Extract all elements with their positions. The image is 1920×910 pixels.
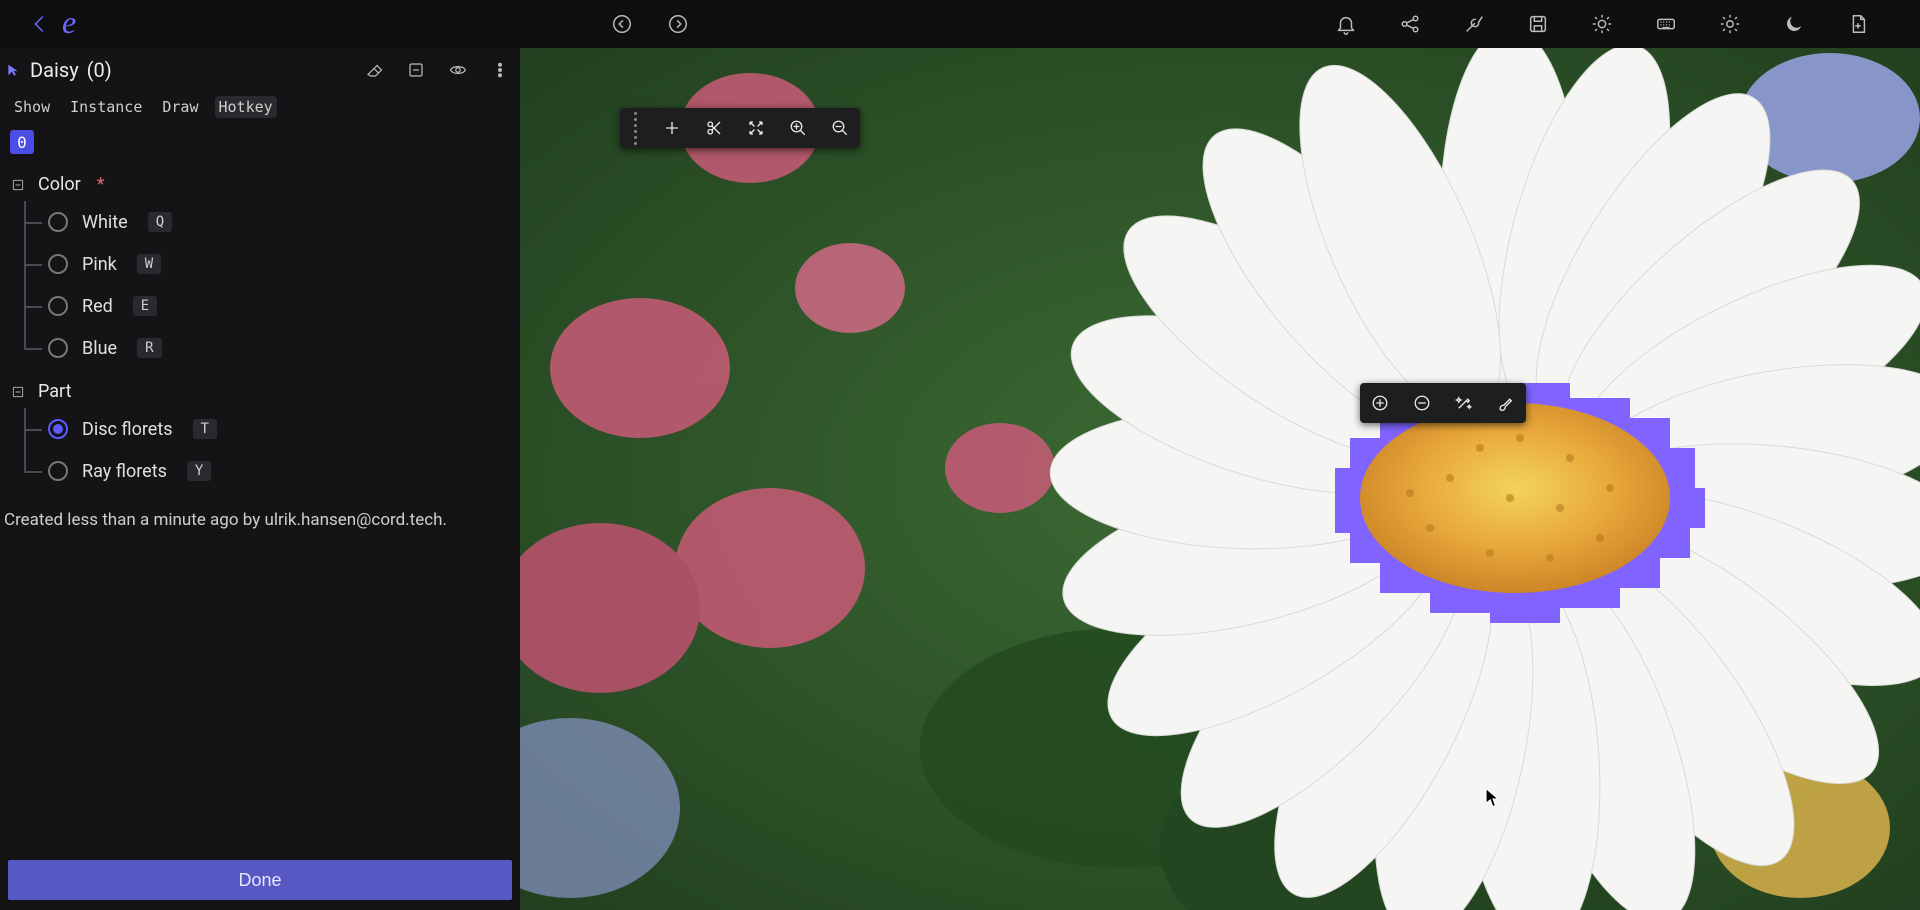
plus-icon[interactable] xyxy=(662,118,682,138)
mouse-cursor-icon xyxy=(1485,788,1499,808)
scissors-icon[interactable] xyxy=(704,118,724,138)
option-hotkey: R xyxy=(137,338,161,358)
tab-instance[interactable]: Instance xyxy=(66,96,146,118)
more-vert-icon[interactable] xyxy=(488,58,512,82)
annotated-image xyxy=(520,48,1920,910)
gear-icon[interactable] xyxy=(1718,12,1742,36)
option-label: Disc florets xyxy=(82,419,173,440)
option-hotkey: W xyxy=(137,254,161,274)
wrench-icon[interactable] xyxy=(1462,12,1486,36)
tab-hotkey[interactable]: Hotkey xyxy=(215,96,277,118)
option-white[interactable]: White Q xyxy=(48,201,520,243)
eye-icon[interactable] xyxy=(446,58,470,82)
tab-draw[interactable]: Draw xyxy=(158,96,202,118)
label-count: (0) xyxy=(87,58,112,82)
left-sidebar: Daisy (0) Show Instance Dr xyxy=(0,48,520,910)
label-name: Daisy xyxy=(30,58,79,82)
radio[interactable] xyxy=(48,296,68,316)
new-doc-icon[interactable] xyxy=(1846,12,1870,36)
save-icon[interactable] xyxy=(1526,12,1550,36)
drag-handle-icon[interactable] xyxy=(630,112,640,145)
option-hotkey: Q xyxy=(148,212,172,232)
collapse-icon[interactable] xyxy=(10,384,26,400)
expand-icon[interactable] xyxy=(746,118,766,138)
eraser-icon[interactable] xyxy=(362,58,386,82)
nav-next-icon[interactable] xyxy=(666,12,690,36)
option-red[interactable]: Red E xyxy=(48,285,520,327)
option-hotkey: T xyxy=(193,419,217,439)
zoom-in-icon[interactable] xyxy=(788,118,808,138)
sidebar-tabs: Show Instance Draw Hotkey xyxy=(0,92,520,122)
zoom-out-icon[interactable] xyxy=(830,118,850,138)
brightness-icon[interactable] xyxy=(1590,12,1614,36)
collapse-icon[interactable] xyxy=(10,177,26,193)
share-icon[interactable] xyxy=(1398,12,1422,36)
app-logo: e xyxy=(62,4,76,41)
segmentation-toolbar[interactable] xyxy=(1360,383,1526,423)
attr-name: Color xyxy=(38,174,81,195)
option-label: Ray florets xyxy=(82,461,167,482)
option-ray-florets[interactable]: Ray florets Y xyxy=(48,450,520,492)
magic-wand-icon[interactable] xyxy=(1454,393,1474,413)
add-region-icon[interactable] xyxy=(1370,393,1390,413)
canvas-main-toolbar[interactable] xyxy=(620,108,860,148)
option-label: Pink xyxy=(82,254,117,275)
required-marker: * xyxy=(97,174,105,195)
option-hotkey: E xyxy=(133,296,157,316)
option-disc-florets[interactable]: Disc florets T xyxy=(48,408,520,450)
remove-region-icon[interactable] xyxy=(1412,393,1432,413)
bell-icon[interactable] xyxy=(1334,12,1358,36)
attr-head-part[interactable]: Part xyxy=(0,375,520,408)
radio[interactable] xyxy=(48,461,68,481)
radio[interactable] xyxy=(48,212,68,232)
radio[interactable] xyxy=(48,254,68,274)
done-button[interactable]: Done xyxy=(8,860,512,900)
instance-count-badge: 0 xyxy=(10,130,34,154)
brush-icon[interactable] xyxy=(1496,393,1516,413)
attr-group-part: Part Disc florets T Ray florets Y xyxy=(0,369,520,492)
option-label: Blue xyxy=(82,338,117,359)
moon-icon[interactable] xyxy=(1782,12,1806,36)
attr-name: Part xyxy=(38,381,71,402)
option-label: Red xyxy=(82,296,113,317)
top-toolbar: e xyxy=(0,0,1920,48)
option-blue[interactable]: Blue R xyxy=(48,327,520,369)
cursor-icon xyxy=(6,63,20,77)
attr-group-color: Color * White Q Pink W Red E xyxy=(0,162,520,369)
back-icon[interactable] xyxy=(28,12,52,36)
image-canvas[interactable] xyxy=(520,48,1920,910)
radio[interactable] xyxy=(48,419,68,439)
attr-head-color[interactable]: Color * xyxy=(0,168,520,201)
option-pink[interactable]: Pink W xyxy=(48,243,520,285)
created-meta: Created less than a minute ago by ulrik.… xyxy=(0,492,520,548)
tab-show[interactable]: Show xyxy=(10,96,54,118)
nav-prev-icon[interactable] xyxy=(610,12,634,36)
box-minus-icon[interactable] xyxy=(404,58,428,82)
option-label: White xyxy=(82,212,128,233)
keyboard-icon[interactable] xyxy=(1654,12,1678,36)
radio[interactable] xyxy=(48,338,68,358)
label-header: Daisy (0) xyxy=(0,48,520,92)
option-hotkey: Y xyxy=(187,461,211,481)
